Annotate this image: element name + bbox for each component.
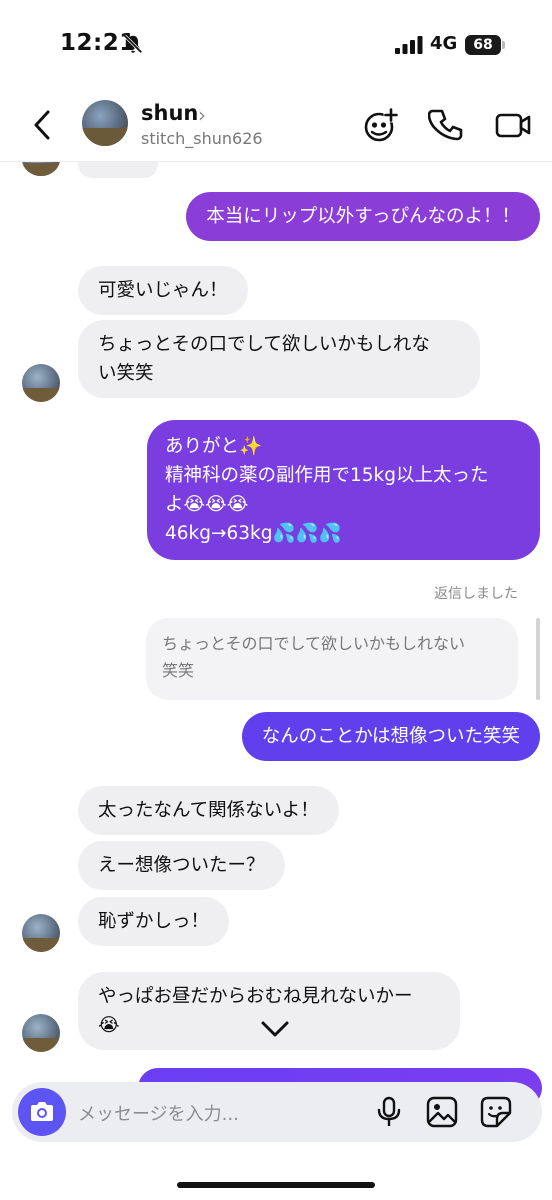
message-bubble-received[interactable]: 太ったなんて関係ないよ！ (78, 786, 339, 835)
profile-chevron[interactable]: › (198, 103, 206, 127)
status-bar: 12:21 4G 68 (0, 0, 552, 90)
chat-header: shun › stitch_shun626 (0, 90, 552, 162)
bell-slash-icon (123, 34, 143, 54)
sticker-icon[interactable] (479, 1095, 513, 1129)
battery-level: 68 (465, 35, 501, 55)
add-people-icon[interactable] (362, 106, 400, 144)
message-bubble-sent[interactable]: 本当にリップ以外すっぴんなのよ！！ (186, 192, 540, 241)
message-bubble-sent[interactable]: ありがと✨ 精神科の薬の副作用で15kg以上太った よ😭😭😭 46kg→63kg… (147, 420, 540, 560)
chevron-left-icon[interactable] (28, 108, 58, 142)
quote-bar (536, 618, 540, 700)
avatar (22, 914, 60, 952)
video-camera-icon[interactable] (494, 106, 532, 144)
image-icon[interactable] (425, 1095, 459, 1129)
avatar (22, 364, 60, 402)
camera-icon (31, 1102, 53, 1121)
home-indicator[interactable] (177, 1182, 375, 1188)
message-bubble-received[interactable]: えー想像ついたー？ (78, 841, 285, 890)
network-type: 4G (430, 33, 458, 54)
avatar[interactable] (82, 100, 128, 146)
battery-tip (502, 41, 505, 49)
microphone-icon[interactable] (372, 1095, 406, 1129)
chevron-down-icon[interactable] (250, 1010, 300, 1052)
contact-username[interactable]: stitch_shun626 (141, 129, 263, 148)
message-composer[interactable]: メッセージを入力... (12, 1082, 542, 1142)
reply-label: 返信しました (434, 586, 518, 602)
message-bubble-received[interactable]: ちょっとその口でして欲しいかもしれな い笑笑 (78, 320, 480, 398)
contact-name[interactable]: shun (141, 101, 198, 125)
message-bubble-received[interactable]: 恥ずかしっ！ (78, 897, 230, 946)
camera-button[interactable] (18, 1088, 66, 1136)
message-bubble-received[interactable]: 可愛いじゃん！ (78, 266, 248, 315)
phone-icon[interactable] (428, 106, 466, 144)
avatar (22, 1014, 60, 1052)
signal-icon (395, 36, 423, 54)
message-bubble-sent[interactable]: なんのことかは想像ついた笑笑 (241, 712, 540, 761)
quoted-message[interactable]: ちょっとその口でして欲しいかもしれない 笑笑 (146, 618, 518, 700)
message-input[interactable]: メッセージを入力... (78, 1100, 239, 1126)
